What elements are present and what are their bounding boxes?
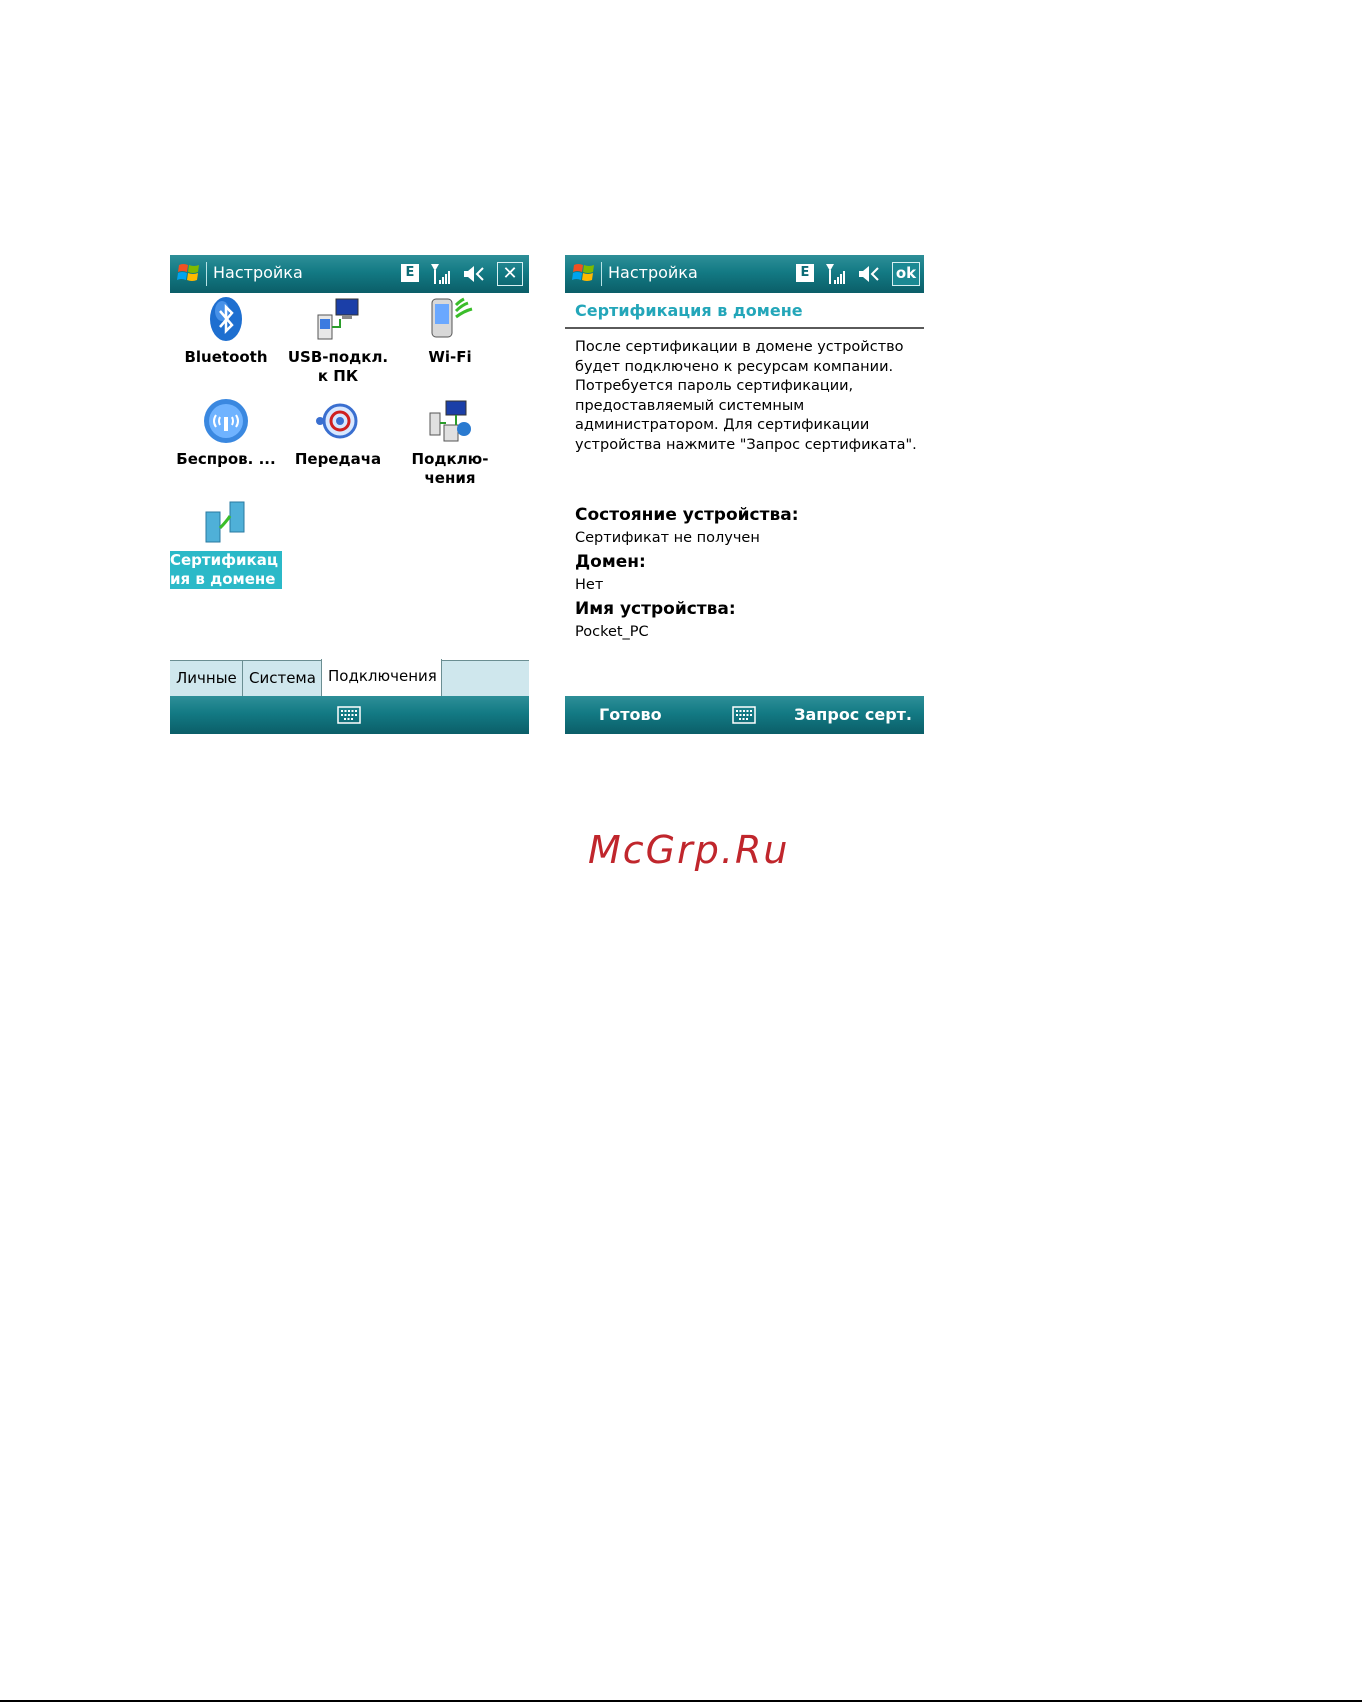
app-label: Wi-Fi <box>428 348 472 366</box>
wireless-manager-icon <box>204 399 248 443</box>
connections-icon <box>429 400 471 442</box>
tab-bar: Личные Система Подключения <box>170 659 529 697</box>
volume-muted-icon[interactable] <box>462 263 486 285</box>
usb-pc-icon <box>317 298 359 340</box>
app-label: Bluetooth <box>184 348 268 366</box>
windows-start-icon[interactable] <box>176 260 202 286</box>
title-bar: Настройка E ✕ <box>170 255 529 293</box>
app-label: Подклю- чения <box>411 450 489 487</box>
edge-indicator-icon[interactable]: E <box>796 264 814 282</box>
app-label: Передача <box>294 450 382 468</box>
wifi-icon <box>431 297 473 338</box>
done-softkey[interactable]: Готово <box>599 705 662 724</box>
title-separator <box>206 262 207 286</box>
device-name-label: Имя устройства: <box>575 599 736 619</box>
volume-muted-icon[interactable] <box>857 263 881 285</box>
request-certificate-softkey[interactable]: Запрос серт. <box>794 705 912 724</box>
close-button[interactable]: ✕ <box>497 262 523 286</box>
domain-value: Нет <box>575 577 604 593</box>
window-title: Настройка <box>608 263 698 282</box>
tab-personal[interactable]: Личные <box>170 661 243 696</box>
device-name-value: Pocket_PC <box>575 624 649 640</box>
beam-icon <box>316 403 358 439</box>
edge-indicator-icon[interactable]: E <box>401 264 419 282</box>
ok-button[interactable]: ok <box>892 262 920 286</box>
app-label-selected: Сертификац ия в домене <box>170 551 282 589</box>
title-separator <box>601 262 602 286</box>
domain-enroll-screen: Настройка E ok Сертификация в домене Пос… <box>565 255 924 734</box>
title-bar: Настройка E ok <box>565 255 924 293</box>
watermark: McGrp.Ru <box>588 828 790 872</box>
windows-start-icon[interactable] <box>571 260 597 286</box>
app-label: Беспров. ... <box>176 450 276 468</box>
keyboard-icon[interactable] <box>337 706 361 724</box>
keyboard-icon[interactable] <box>732 706 756 724</box>
softkey-bar: Готово Запрос серт. <box>565 696 924 734</box>
heading-divider <box>565 327 924 329</box>
device-status-value: Сертификат не получен <box>575 530 760 546</box>
domain-enroll-icon <box>205 501 245 543</box>
window-title: Настройка <box>213 263 303 282</box>
signal-strength-icon[interactable] <box>430 262 452 286</box>
device-status-label: Состояние устройства: <box>575 505 799 525</box>
page-heading: Сертификация в домене <box>575 301 803 320</box>
tab-system[interactable]: Система <box>243 661 322 696</box>
settings-connections-screen: Настройка E ✕ Bluetooth USB-подкл. к ПК … <box>170 255 529 734</box>
app-label: USB-подкл. к ПК <box>287 348 389 385</box>
domain-label: Домен: <box>575 552 646 572</box>
bluetooth-icon <box>210 297 242 341</box>
description-text: После сертификации в домене устройство б… <box>575 339 917 453</box>
signal-strength-icon[interactable] <box>825 262 847 286</box>
tab-connections[interactable]: Подключения <box>321 659 442 697</box>
softkey-bar <box>170 696 529 734</box>
